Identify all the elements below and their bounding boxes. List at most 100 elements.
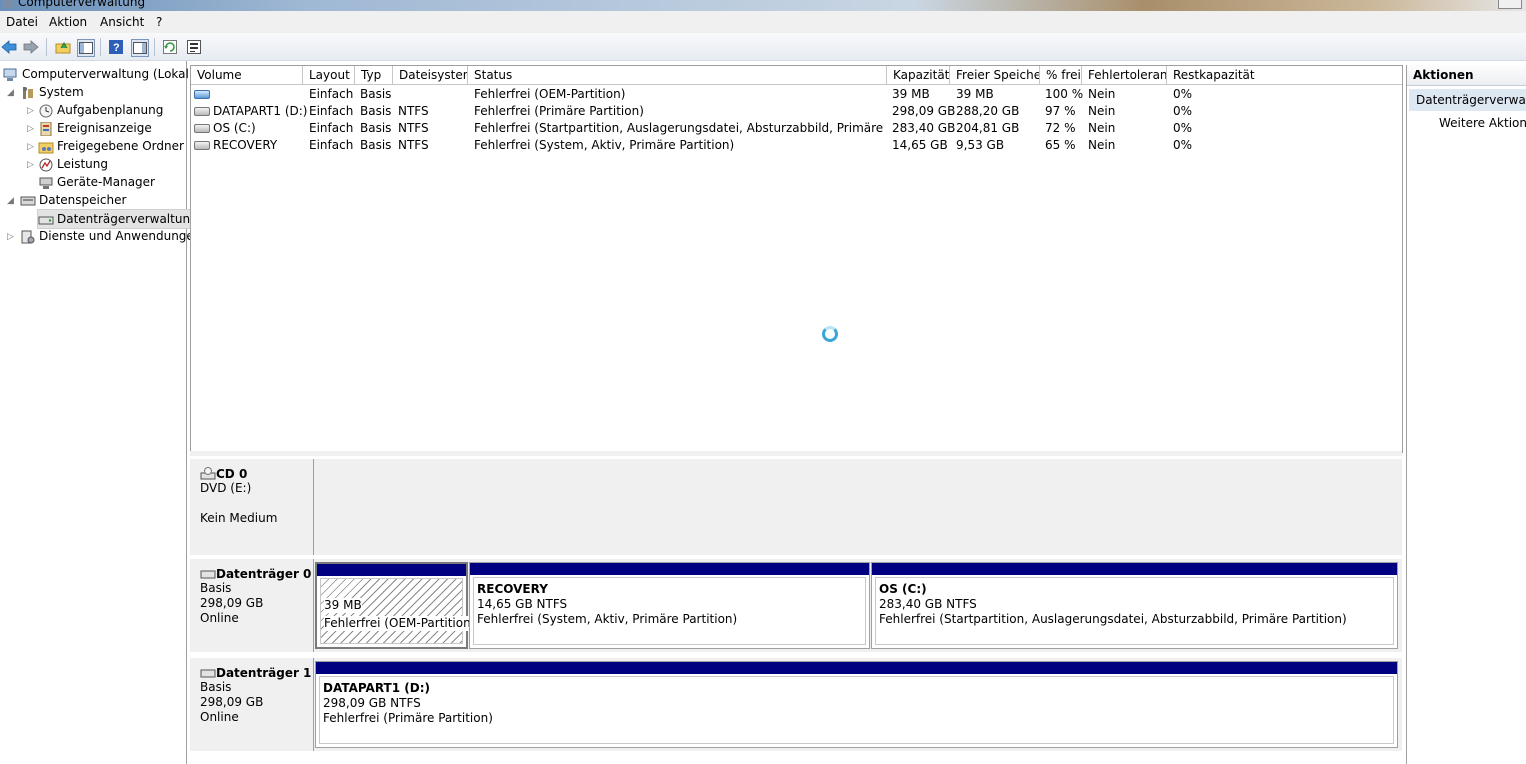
partition-title: DATAPART1 (D:): [323, 681, 430, 695]
cd-drive-icon: [200, 467, 216, 480]
partition-bar: [470, 563, 869, 575]
partition-body: OS (C:) 283,40 GB NTFS Fehlerfrei (Start…: [875, 577, 1394, 645]
partition-body: DATAPART1 (D:) 298,09 GB NTFS Fehlerfrei…: [319, 676, 1394, 744]
tree-label: Computerverwaltung (Lokal): [22, 67, 194, 81]
tree-item-datentraegerverwaltung[interactable]: Datenträgerverwaltung: [37, 209, 202, 229]
tree-item-computerverwaltung[interactable]: Computerverwaltung (Lokal): [3, 65, 194, 83]
title-bar: Computerverwaltung: [0, 0, 1526, 11]
show-hide-tree-icon[interactable]: [77, 39, 95, 57]
tree-item-dienste[interactable]: Dienste und Anwendungen: [20, 227, 201, 245]
fehlertoleranz-cell: Nein: [1088, 138, 1116, 152]
app-icon: [3, 0, 13, 8]
expand-arrow-icon[interactable]: ▷: [27, 106, 34, 116]
partition-status: Fehlerfrei (Startpartition, Auslagerungs…: [879, 612, 1347, 626]
partition-size: 298,09 GB NTFS: [323, 696, 421, 710]
collapse-arrow-icon[interactable]: ◢: [7, 196, 14, 206]
volume-disk-icon: [194, 141, 210, 150]
disk0-size: 298,09 GB: [200, 596, 264, 610]
cd-empty-area: [314, 459, 1402, 555]
toolbar-separator: [154, 38, 155, 56]
properties-icon[interactable]: [186, 39, 202, 55]
restkapazitaet-cell: 0%: [1173, 121, 1193, 135]
column-header-restkapazitaet[interactable]: Restkapazität: [1167, 66, 1402, 85]
column-header-prozent-frei[interactable]: % frei: [1040, 66, 1082, 85]
menu-help[interactable]: ?: [156, 15, 162, 29]
kapazitaet-cell: 283,40 GB: [892, 121, 956, 135]
clock-icon: [38, 104, 54, 118]
partition-bar: [317, 564, 466, 576]
column-header-typ[interactable]: Typ: [355, 66, 393, 85]
storage-icon: [20, 194, 36, 208]
disk-label-disk0[interactable]: Datenträger 0 Basis 298,09 GB Online: [190, 559, 314, 652]
status-cell: Fehlerfrei (Primäre Partition): [474, 104, 644, 118]
partition-oem[interactable]: 39 MB Fehlerfrei (OEM-Partition): [315, 562, 476, 649]
collapse-arrow-icon[interactable]: ◢: [7, 88, 14, 98]
partition-bar: [316, 662, 1397, 674]
refresh-icon[interactable]: [162, 39, 178, 55]
partition-os-c[interactable]: OS (C:) 283,40 GB NTFS Fehlerfrei (Start…: [871, 562, 1398, 649]
tree-label: Datenträgerverwaltung: [57, 212, 198, 226]
back-arrow-icon[interactable]: [1, 39, 17, 55]
actions-section-datentraegerverwaltung[interactable]: Datenträgerverwaltung: [1409, 89, 1526, 111]
partition-size: 14,65 GB NTFS: [477, 597, 568, 611]
tree-item-freigegebene-ordner[interactable]: Freigegebene Ordner: [38, 137, 184, 155]
volume-cell: OS (C:): [194, 120, 256, 137]
typ-cell: Basis: [360, 138, 392, 152]
disk-label-disk1[interactable]: Datenträger 1 Basis 298,09 GB Online: [190, 658, 314, 751]
cd-name: CD 0: [216, 467, 248, 481]
prozent-frei-cell: 100 %: [1045, 87, 1084, 101]
partition-datapart1-d[interactable]: DATAPART1 (D:) 298,09 GB NTFS Fehlerfrei…: [315, 661, 1398, 748]
status-cell: Fehlerfrei (System, Aktiv, Primäre Parti…: [474, 138, 735, 152]
disk0-type: Basis: [200, 581, 232, 595]
layout-cell: Einfach: [309, 87, 354, 101]
typ-cell: Basis: [360, 121, 392, 135]
partition-body: 39 MB Fehlerfrei (OEM-Partition): [320, 578, 476, 644]
prozent-frei-cell: 97 %: [1045, 104, 1076, 118]
expand-arrow-icon[interactable]: ▷: [27, 160, 34, 170]
cd-drive-letter: DVD (E:): [200, 481, 252, 495]
menu-aktion[interactable]: Aktion: [49, 15, 87, 29]
partition-recovery[interactable]: RECOVERY 14,65 GB NTFS Fehlerfrei (Syste…: [469, 562, 870, 649]
disk1-type: Basis: [200, 680, 232, 694]
tree-item-datenspeicher[interactable]: Datenspeicher: [20, 191, 126, 209]
up-folder-icon[interactable]: [55, 39, 71, 55]
fs-cell: NTFS: [398, 121, 429, 135]
forward-arrow-icon[interactable]: [23, 39, 39, 55]
toolbar: ?: [0, 33, 1526, 61]
device-manager-icon: [38, 176, 54, 190]
tree-item-geraete-manager[interactable]: Geräte-Manager: [38, 173, 155, 191]
tree-label: Datenspeicher: [39, 193, 127, 207]
typ-cell: Basis: [360, 104, 392, 118]
freier-speicher-cell: 288,20 GB: [956, 104, 1020, 118]
performance-icon: [38, 158, 54, 172]
volume-list: Volume Layout Typ Dateisystem Status Kap…: [190, 65, 1403, 453]
expand-arrow-icon[interactable]: ▷: [27, 142, 34, 152]
window-control-button[interactable]: [1498, 0, 1522, 9]
tree-item-system[interactable]: System: [20, 83, 84, 101]
toolbar-separator: [100, 38, 101, 56]
column-header-fehlertoleranz[interactable]: Fehlertoleranz: [1082, 66, 1167, 85]
column-header-volume[interactable]: Volume: [191, 66, 303, 85]
column-header-status[interactable]: Status: [468, 66, 887, 85]
partition-size: 39 MB: [324, 598, 362, 613]
column-header-dateisystem[interactable]: Dateisystem: [393, 66, 468, 85]
toolbar-separator: [46, 38, 47, 56]
help-icon[interactable]: ?: [108, 39, 124, 55]
expand-arrow-icon[interactable]: ▷: [7, 232, 14, 242]
column-header-kapazitaet[interactable]: Kapazität: [887, 66, 950, 85]
disk1-name: Datenträger 1: [216, 666, 312, 680]
column-header-freier-speicher[interactable]: Freier Speicher: [950, 66, 1040, 85]
menu-ansicht[interactable]: Ansicht: [100, 15, 144, 29]
expand-arrow-icon[interactable]: ▷: [27, 124, 34, 134]
show-hide-action-pane-icon[interactable]: [131, 39, 149, 57]
disk-label-cd0[interactable]: CD 0 DVD (E:) Kein Medium: [190, 459, 314, 555]
menu-datei[interactable]: Datei: [6, 15, 38, 29]
volume-disk-icon: [194, 124, 210, 133]
weitere-aktionen-link[interactable]: Weitere Aktionen: [1439, 116, 1526, 130]
window-title: Computerverwaltung: [18, 0, 146, 9]
column-header-layout[interactable]: Layout: [303, 66, 355, 85]
tree-item-ereignisanzeige[interactable]: Ereignisanzeige: [38, 119, 152, 137]
tree-item-leistung[interactable]: Leistung: [38, 155, 108, 173]
tree-item-aufgabenplanung[interactable]: Aufgabenplanung: [38, 101, 163, 119]
system-tools-icon: [20, 86, 36, 100]
